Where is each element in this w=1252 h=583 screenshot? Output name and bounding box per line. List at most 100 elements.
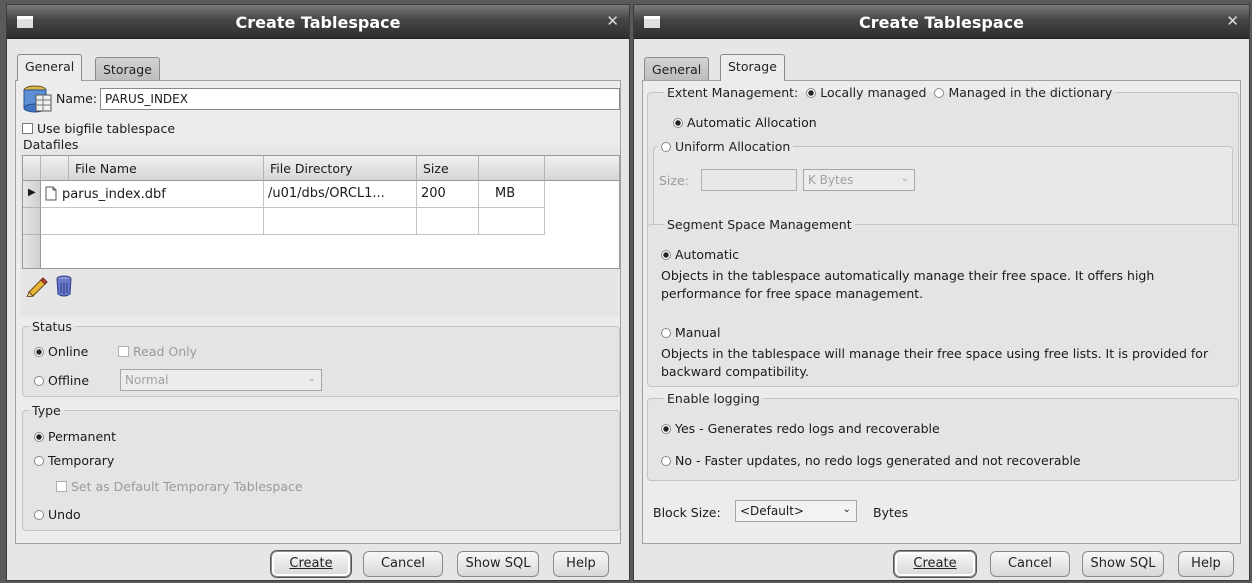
- cancel-button[interactable]: Cancel: [990, 551, 1070, 577]
- row-header-corner: [23, 156, 41, 181]
- close-icon[interactable]: ✕: [606, 12, 619, 30]
- segment-automatic-label: Automatic: [675, 247, 740, 262]
- temporary-label: Temporary: [48, 453, 115, 468]
- size-label: Size:: [659, 173, 689, 188]
- automatic-allocation-radio[interactable]: Automatic Allocation: [673, 115, 817, 130]
- storage-panel: Extent Management: Locally managed Manag…: [642, 80, 1241, 544]
- file-directory-cell[interactable]: /u01/dbs/ORCL1...: [264, 181, 417, 208]
- type-legend: Type: [32, 403, 61, 418]
- help-button[interactable]: Help: [1178, 551, 1234, 577]
- undo-radio-dot[interactable]: [34, 510, 44, 520]
- file-name-cell: parus_index.dbf: [62, 187, 166, 202]
- column-header-file-name[interactable]: File Name: [69, 156, 264, 181]
- dictionary-managed-radio[interactable]: [934, 88, 945, 98]
- size-cell[interactable]: 200: [417, 181, 479, 208]
- general-panel: Name: PARUS_INDEX Use bigfile tablespace…: [15, 80, 621, 544]
- empty-cell[interactable]: [264, 208, 417, 235]
- tab-storage[interactable]: Storage: [720, 54, 785, 81]
- pencil-icon[interactable]: [26, 277, 48, 297]
- uniform-size-input[interactable]: [701, 169, 797, 191]
- uniform-allocation-legend[interactable]: Uniform Allocation: [658, 139, 793, 154]
- dialog-body: General Storage Name: PARUS_INDEX Use bi…: [7, 40, 629, 580]
- logging-yes-radio-dot[interactable]: [661, 424, 671, 434]
- tab-storage[interactable]: Storage: [95, 57, 160, 80]
- trash-icon[interactable]: [56, 275, 72, 297]
- empty-cell[interactable]: [417, 208, 479, 235]
- tab-general[interactable]: General: [644, 57, 710, 80]
- dictionary-managed-label: Managed in the dictionary: [948, 85, 1113, 100]
- window-title: Create Tablespace: [859, 13, 1024, 32]
- unit-cell[interactable]: MB: [479, 181, 545, 208]
- segment-automatic-radio[interactable]: Automatic: [661, 247, 739, 262]
- bigfile-checkbox[interactable]: Use bigfile tablespace: [22, 121, 175, 136]
- block-size-select[interactable]: <Default> ⌄: [735, 500, 857, 522]
- default-temporary-checkbox[interactable]: Set as Default Temporary Tablespace: [56, 479, 303, 494]
- read-only-check-box[interactable]: [118, 346, 129, 357]
- current-row-marker-icon: ▶: [28, 187, 36, 198]
- offline-radio[interactable]: Offline: [34, 373, 89, 388]
- row-selector[interactable]: ▶: [23, 181, 41, 208]
- create-button[interactable]: Create: [894, 551, 976, 577]
- size-unit-select[interactable]: K Bytes ⌄: [803, 169, 915, 191]
- show-sql-button[interactable]: Show SQL: [1082, 551, 1164, 577]
- permanent-label: Permanent: [48, 429, 116, 444]
- column-header-unit: [479, 156, 545, 181]
- cancel-button[interactable]: Cancel: [363, 551, 443, 577]
- permanent-radio[interactable]: Permanent: [34, 429, 116, 444]
- database-tablespace-icon: [23, 85, 52, 113]
- block-size-label: Block Size:: [653, 505, 721, 520]
- default-temporary-check-box[interactable]: [56, 481, 67, 492]
- logging-no-radio[interactable]: No - Faster updates, no redo logs genera…: [661, 453, 1081, 468]
- size-unit-value: K Bytes: [808, 173, 854, 187]
- create-button-label: Create: [913, 556, 957, 571]
- row-selector-filler: [23, 235, 41, 268]
- logging-yes-radio[interactable]: Yes - Generates redo logs and recoverabl…: [661, 421, 940, 436]
- help-button[interactable]: Help: [553, 551, 609, 577]
- column-header-size[interactable]: Size: [417, 156, 479, 181]
- default-temporary-label: Set as Default Temporary Tablespace: [71, 479, 303, 494]
- empty-cell[interactable]: [41, 208, 264, 235]
- show-sql-button[interactable]: Show SQL: [457, 551, 539, 577]
- extent-management-legend: Extent Management: Locally managed Manag…: [664, 85, 1115, 100]
- segment-automatic-radio-dot[interactable]: [661, 250, 671, 260]
- read-only-checkbox[interactable]: Read Only: [118, 344, 197, 359]
- create-tablespace-dialog-storage: Create Tablespace ✕ General Storage Exte…: [633, 4, 1250, 581]
- name-input[interactable]: PARUS_INDEX: [100, 88, 620, 110]
- tab-general[interactable]: General: [17, 54, 83, 81]
- chevron-down-icon: ⌄: [900, 173, 909, 184]
- locally-managed-radio[interactable]: [806, 88, 817, 98]
- empty-cell[interactable]: [479, 208, 545, 235]
- logging-no-radio-dot[interactable]: [661, 456, 671, 466]
- create-button[interactable]: Create: [271, 551, 351, 577]
- dialog-body: General Storage Extent Management: Local…: [634, 40, 1249, 580]
- segment-manual-radio[interactable]: Manual: [661, 325, 720, 340]
- column-header-file-directory[interactable]: File Directory: [264, 156, 417, 181]
- uniform-allocation-label: Uniform Allocation: [675, 139, 791, 154]
- chevron-down-icon: ⌄: [307, 373, 316, 384]
- undo-radio[interactable]: Undo: [34, 507, 81, 522]
- read-only-label: Read Only: [133, 344, 198, 359]
- uniform-allocation-radio[interactable]: [661, 142, 671, 152]
- datafiles-table[interactable]: File Name File Directory Size ▶ parus_in…: [22, 155, 620, 269]
- offline-radio-dot[interactable]: [34, 376, 44, 386]
- permanent-radio-dot[interactable]: [34, 432, 44, 442]
- segment-manual-radio-dot[interactable]: [661, 328, 671, 338]
- name-label: Name:: [56, 91, 98, 106]
- window-title: Create Tablespace: [235, 13, 401, 32]
- document-icon: [45, 186, 57, 201]
- automatic-allocation-radio-dot[interactable]: [673, 118, 683, 128]
- extent-management-label: Extent Management:: [667, 85, 799, 100]
- title-bar[interactable]: Create Tablespace ✕: [634, 5, 1249, 39]
- row-selector-empty[interactable]: [23, 208, 41, 235]
- offline-label: Offline: [48, 373, 90, 388]
- close-icon[interactable]: ✕: [1226, 12, 1239, 30]
- bigfile-check-box[interactable]: [22, 123, 33, 134]
- online-radio[interactable]: Online: [34, 344, 88, 359]
- column-header-filler: [545, 156, 619, 181]
- offline-mode-select[interactable]: Normal ⌄: [120, 369, 322, 391]
- temporary-radio-dot[interactable]: [34, 456, 44, 466]
- title-bar[interactable]: Create Tablespace ✕: [7, 5, 629, 39]
- table-row[interactable]: parus_index.dbf: [41, 181, 264, 208]
- online-radio-dot[interactable]: [34, 347, 44, 357]
- temporary-radio[interactable]: Temporary: [34, 453, 114, 468]
